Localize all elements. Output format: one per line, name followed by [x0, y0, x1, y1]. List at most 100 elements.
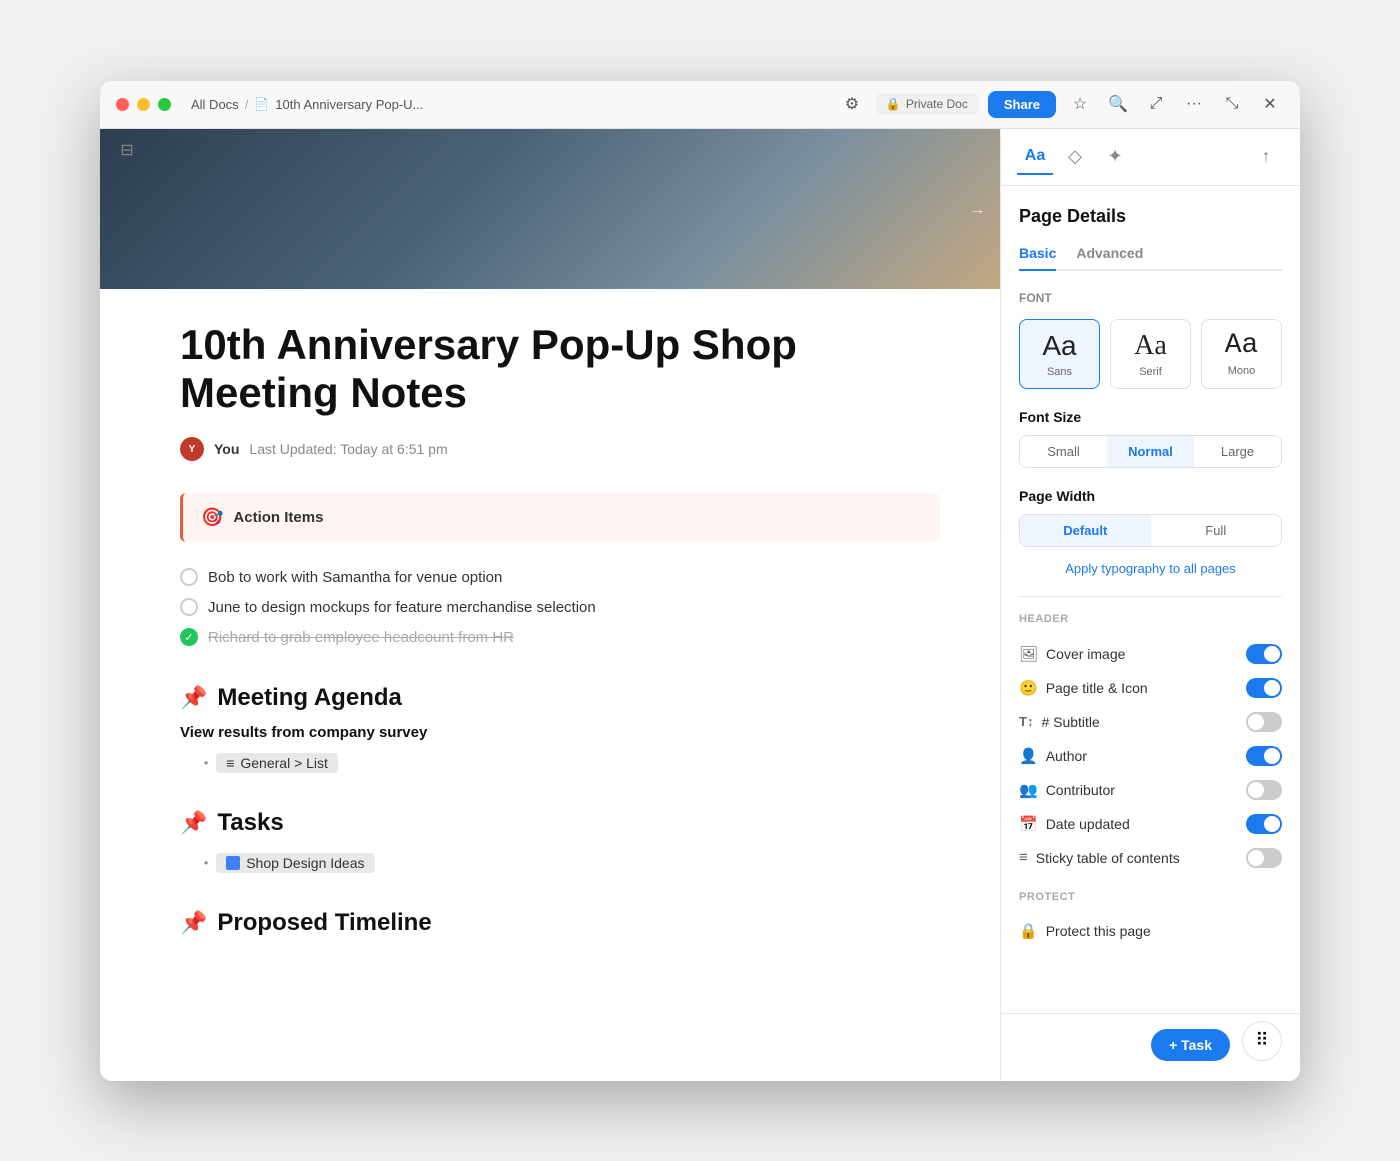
doc-title: 10th Anniversary Pop-Up Shop Meeting Not…: [180, 321, 940, 418]
author-icon: 👤: [1019, 747, 1038, 765]
subtab-basic[interactable]: Basic: [1019, 245, 1056, 271]
panel-content: Page Details Basic Advanced Font Aa Sans…: [1001, 186, 1300, 1013]
apply-typography-link[interactable]: Apply typography to all pages: [1019, 561, 1282, 576]
doc-content: 10th Anniversary Pop-Up Shop Meeting Not…: [100, 289, 1000, 1081]
font-card-sans[interactable]: Aa Sans: [1019, 319, 1100, 389]
font-size-small[interactable]: Small: [1020, 436, 1107, 467]
doc-icon: 📄: [254, 97, 269, 111]
toggle-row-cover-image: 🖼 Cover image: [1019, 637, 1282, 671]
font-aa-sans: Aa: [1042, 330, 1076, 362]
font-label-serif: Serif: [1139, 366, 1162, 378]
font-size-label: Font Size: [1019, 409, 1282, 425]
page-width-full[interactable]: Full: [1151, 515, 1282, 546]
toggle-subtitle[interactable]: [1246, 712, 1282, 732]
font-size-normal[interactable]: Normal: [1107, 436, 1194, 467]
app-window: All Docs / 📄 10th Anniversary Pop-U... ⚙…: [100, 81, 1300, 1081]
task-button[interactable]: + Task: [1151, 1029, 1230, 1061]
page-title-label: Page title & Icon: [1046, 680, 1148, 696]
cover-arrow-icon: →: [968, 198, 986, 219]
pin-icon-1: 📌: [180, 685, 207, 711]
date-updated-label: Date updated: [1046, 816, 1130, 832]
page-title-icon: 🙂: [1019, 679, 1038, 697]
private-doc-label: Private Doc: [906, 97, 968, 111]
doc-meta: Y You Last Updated: Today at 6:51 pm: [180, 437, 940, 461]
todo-checkbox-2[interactable]: [180, 598, 198, 616]
toggle-sticky-toc[interactable]: [1246, 848, 1282, 868]
page-width-default[interactable]: Default: [1020, 515, 1151, 546]
todo-checkbox-1[interactable]: [180, 568, 198, 586]
last-updated: Last Updated: Today at 6:51 pm: [249, 441, 447, 457]
breadcrumb-all-docs[interactable]: All Docs: [191, 97, 239, 112]
titlebar: All Docs / 📄 10th Anniversary Pop-U... ⚙…: [100, 81, 1300, 129]
author-label: Author: [1046, 748, 1087, 764]
font-label-mono: Mono: [1228, 365, 1256, 377]
list-badge-2: Shop Design Ideas: [216, 853, 374, 873]
traffic-lights: [116, 98, 171, 111]
callout-text: Action Items: [233, 509, 323, 526]
close-button[interactable]: [116, 98, 129, 111]
font-card-serif[interactable]: Aa Serif: [1110, 319, 1191, 389]
tab-font[interactable]: Aa: [1017, 139, 1053, 175]
main-area: → ⊟ 10th Anniversary Pop-Up Shop Meeting…: [100, 129, 1300, 1081]
toggle-page-title[interactable]: [1246, 678, 1282, 698]
toggle-date-updated[interactable]: [1246, 814, 1282, 834]
search-icon-btn[interactable]: 🔍: [1104, 90, 1132, 118]
subtitle-icon: T↕: [1019, 714, 1033, 729]
toggle-row-date-updated: 📅 Date updated: [1019, 807, 1282, 841]
todo-text-3: Richard to grab employee headcount from …: [208, 629, 514, 646]
toggle-cover-image[interactable]: [1246, 644, 1282, 664]
callout-block: 🎯 Action Items: [180, 493, 940, 542]
protect-page-label: Protect this page: [1046, 923, 1151, 939]
font-pickers: Aa Sans Aa Serif Aa Mono: [1019, 319, 1282, 389]
bullet-dot: •: [204, 856, 208, 870]
cover-image-label: Cover image: [1046, 646, 1125, 662]
toggle-row-page-title: 🙂 Page title & Icon: [1019, 671, 1282, 705]
panel-footer: + Task ⠿: [1001, 1013, 1300, 1081]
subtab-advanced[interactable]: Advanced: [1076, 245, 1143, 271]
titlebar-actions: ⚙ 🔒 Private Doc Share ☆ 🔍 ⤢ ··· ⤡ ✕: [838, 90, 1284, 118]
section-title-1: Meeting Agenda: [217, 684, 401, 712]
breadcrumb-doc-title[interactable]: 10th Anniversary Pop-U...: [275, 97, 423, 112]
todo-checkbox-3[interactable]: ✓: [180, 628, 198, 646]
toggle-author[interactable]: [1246, 746, 1282, 766]
contributor-label: Contributor: [1046, 782, 1115, 798]
date-updated-icon: 📅: [1019, 815, 1038, 833]
cover-image-icon: 🖼: [1019, 645, 1038, 663]
more-icon-btn[interactable]: ···: [1180, 90, 1208, 118]
settings-icon-btn[interactable]: ⚙: [838, 90, 866, 118]
agenda-content: View results from company survey • ≡ Gen…: [180, 724, 940, 777]
protect-icon: 🔒: [1019, 922, 1038, 940]
cover-image-block: →: [100, 129, 1000, 289]
section-title-2: Tasks: [217, 809, 283, 837]
private-doc-badge[interactable]: 🔒 Private Doc: [876, 93, 978, 115]
share-button[interactable]: Share: [988, 91, 1056, 118]
todo-text-2: June to design mockups for feature merch…: [208, 599, 596, 616]
todo-item: ✓ Richard to grab employee headcount fro…: [180, 622, 940, 652]
tab-export[interactable]: ↑: [1248, 139, 1284, 175]
tab-collab[interactable]: ✦: [1097, 139, 1133, 175]
font-card-mono[interactable]: Aa Mono: [1201, 319, 1282, 389]
header-section-label: HEADER: [1019, 613, 1282, 625]
maximize-button[interactable]: [158, 98, 171, 111]
toggle-contributor[interactable]: [1246, 780, 1282, 800]
panel-divider: [1019, 596, 1282, 597]
section-title-3: Proposed Timeline: [217, 909, 431, 937]
sticky-toc-icon: ≡: [1019, 849, 1028, 866]
close-window-btn[interactable]: ✕: [1256, 90, 1284, 118]
star-icon-btn[interactable]: ☆: [1066, 90, 1094, 118]
font-aa-serif: Aa: [1134, 330, 1167, 362]
pin-icon-3: 📌: [180, 910, 207, 936]
expand-icon-btn[interactable]: ⤢: [1142, 90, 1170, 118]
toggle-row-subtitle: T↕ # Subtitle: [1019, 705, 1282, 739]
callout-icon: 🎯: [201, 507, 223, 528]
minimize-button[interactable]: [137, 98, 150, 111]
todo-list: Bob to work with Samantha for venue opti…: [180, 562, 940, 652]
apps-button[interactable]: ⠿: [1242, 1021, 1282, 1061]
font-size-large[interactable]: Large: [1194, 436, 1281, 467]
tab-style[interactable]: ◇: [1057, 139, 1093, 175]
collapse-icon-btn[interactable]: ⤡: [1218, 90, 1246, 118]
toggle-row-protect-page: 🔒 Protect this page: [1019, 915, 1282, 947]
contributor-icon: 👥: [1019, 781, 1038, 799]
sidebar-toggle-btn[interactable]: ⊟: [114, 137, 140, 163]
font-label-sans: Sans: [1047, 366, 1072, 378]
